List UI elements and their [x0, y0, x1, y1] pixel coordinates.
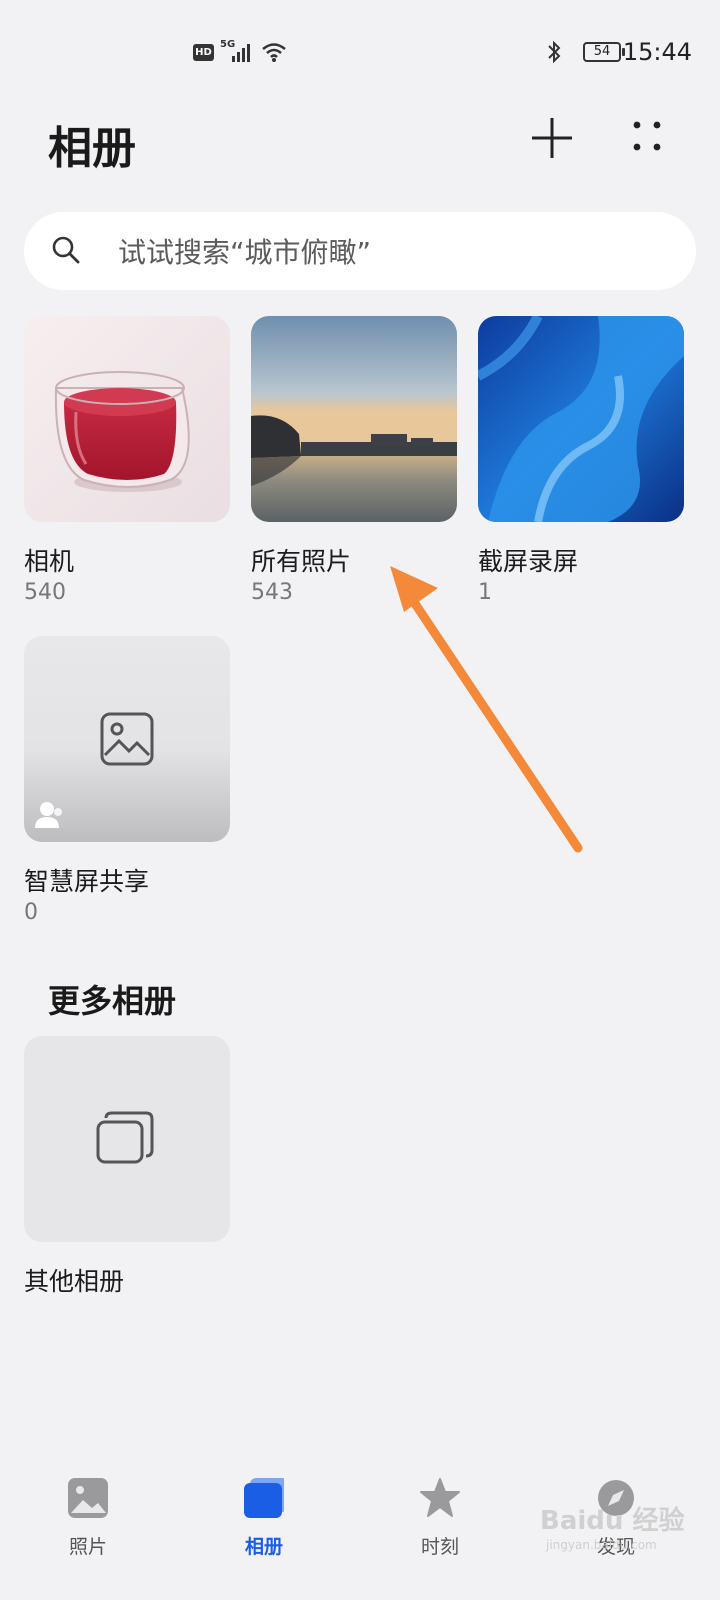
album-count: 0: [24, 900, 38, 925]
signal-icon: [232, 44, 250, 62]
nav-tab-photos[interactable]: 照片: [28, 1462, 148, 1600]
album-name: 智慧屏共享: [24, 867, 150, 896]
battery-icon: 54: [583, 42, 625, 62]
album-count: 543: [251, 580, 293, 605]
image-placeholder-icon: [100, 712, 154, 766]
blue-abstract-wallpaper: [478, 316, 684, 522]
photo-icon: [68, 1478, 108, 1518]
search-icon: [52, 236, 80, 264]
watermark: Baidu 经验: [540, 1506, 685, 1536]
dots-grid-icon: [633, 121, 661, 151]
page-title: 相册: [48, 123, 136, 174]
album-camera[interactable]: 相机 540: [24, 316, 230, 606]
album-name: 所有照片: [251, 547, 352, 576]
album-thumbnail[interactable]: [24, 1036, 230, 1242]
album-name: 其他相册: [24, 1267, 125, 1296]
stacked-albums-icon: [96, 1111, 154, 1164]
plus-icon: [532, 118, 572, 158]
shared-user-icon: [35, 802, 62, 828]
add-album-button[interactable]: [524, 110, 580, 166]
album-thumbnail[interactable]: [24, 636, 230, 842]
search-bar[interactable]: [24, 212, 696, 290]
star-icon: [420, 1478, 460, 1517]
album-screenshots[interactable]: 截屏录屏 1: [478, 316, 684, 606]
watermark-url: jingyan.baidu.com: [546, 1538, 657, 1552]
sunset-lake-photo: [251, 316, 457, 522]
hd-icon: HD: [193, 44, 214, 61]
nav-label: 时刻: [420, 1536, 459, 1558]
album-name: 相机: [24, 547, 75, 576]
album-icon: [244, 1478, 284, 1518]
red-drink-glass-photo: [24, 316, 230, 522]
album-count: 540: [24, 580, 66, 605]
nav-label: 照片: [68, 1536, 107, 1558]
nav-tab-albums[interactable]: 相册: [204, 1462, 324, 1600]
status-time: 15:44: [622, 38, 692, 66]
album-thumbnail[interactable]: [478, 316, 684, 522]
album-smart-screen-share[interactable]: 智慧屏共享 0: [24, 636, 230, 926]
album-name: 截屏录屏: [478, 547, 579, 576]
album-others[interactable]: 其他相册: [24, 1036, 230, 1296]
bluetooth-icon: [548, 40, 561, 64]
nav-tab-moments[interactable]: 时刻: [380, 1462, 500, 1600]
album-all-photos[interactable]: 所有照片 543: [251, 316, 457, 606]
album-thumbnail[interactable]: [251, 316, 457, 522]
nav-label: 相册: [244, 1536, 283, 1558]
status-bar: HD 5G 54 15:44: [0, 0, 720, 100]
wifi-icon: [262, 43, 286, 62]
album-thumbnail[interactable]: [24, 316, 230, 522]
album-count: 1: [478, 580, 492, 605]
section-title: 更多相册: [48, 982, 177, 1020]
more-options-button[interactable]: [619, 110, 675, 166]
search-input[interactable]: [116, 224, 680, 280]
